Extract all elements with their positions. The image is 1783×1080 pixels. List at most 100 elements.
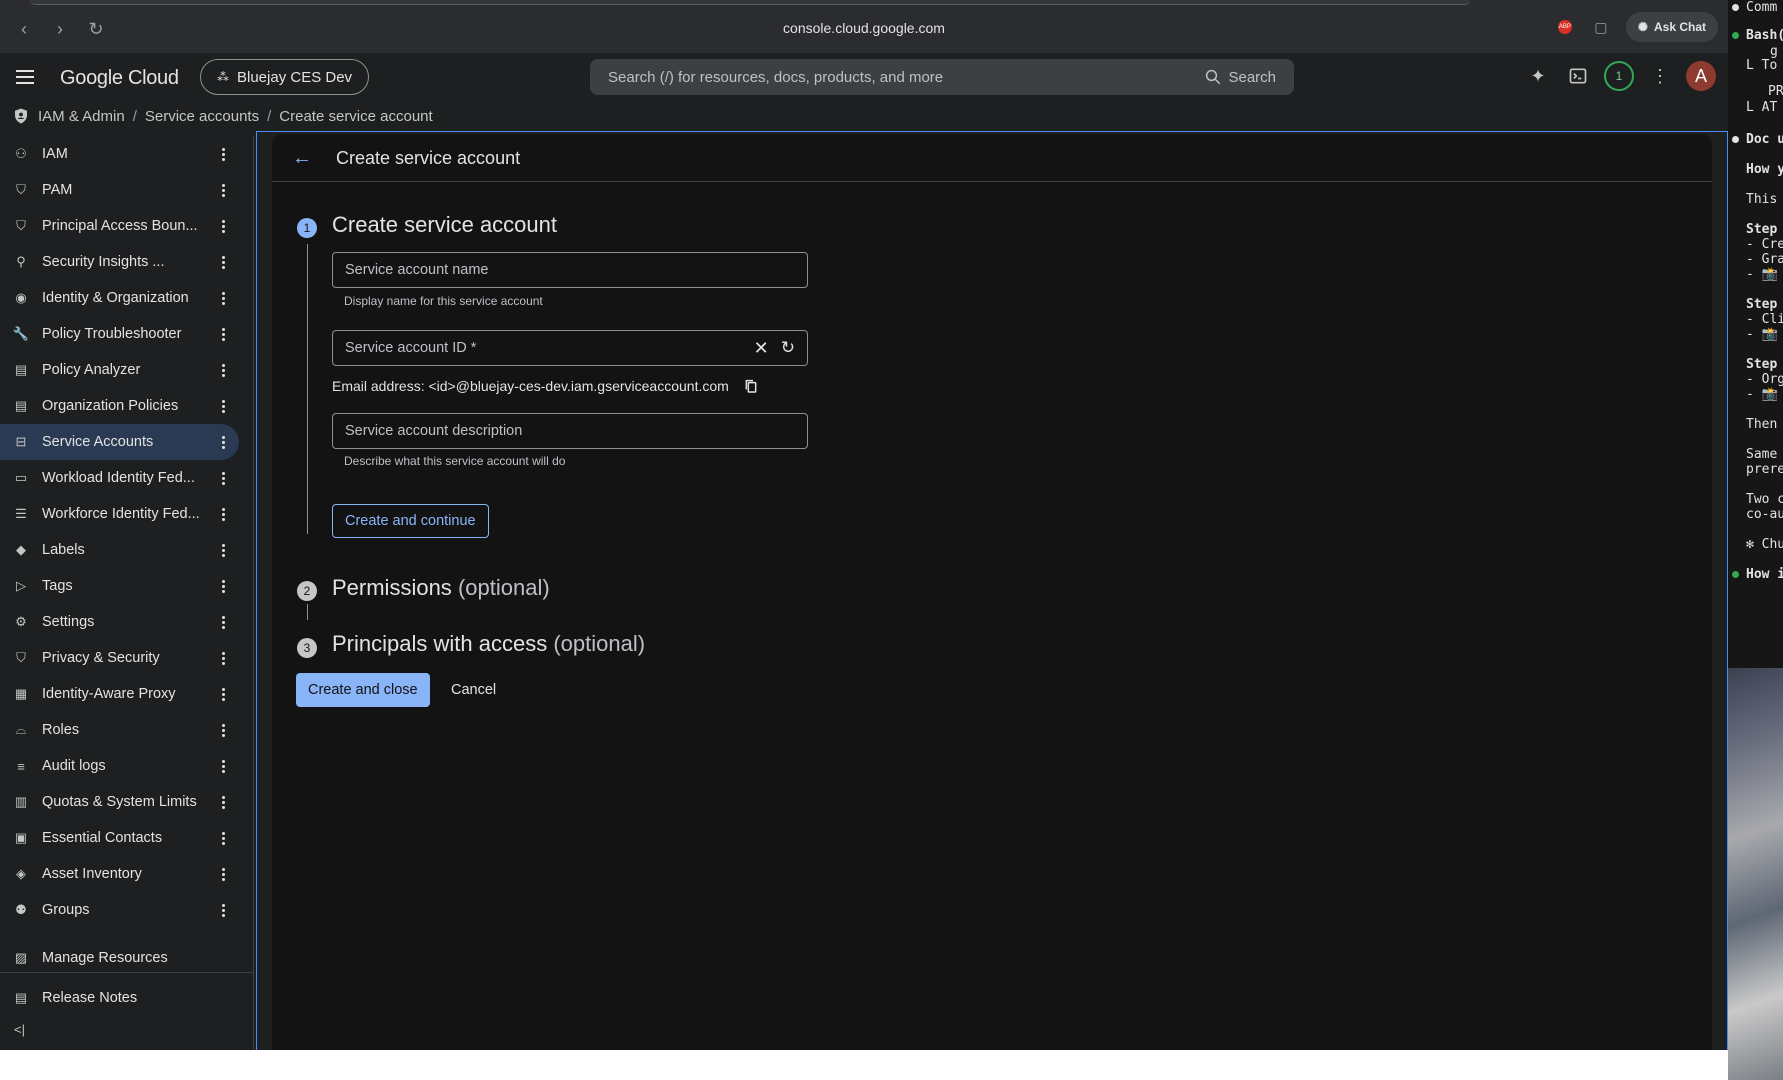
- more-vert-icon[interactable]: [214, 793, 232, 811]
- more-vert-icon[interactable]: [214, 181, 232, 199]
- adblock-extension-icon[interactable]: ABP: [1554, 16, 1576, 38]
- breadcrumb-iam-admin[interactable]: IAM & Admin: [38, 108, 125, 125]
- sidebar-item-principal-access-boun[interactable]: ⛉ Principal Access Boun...: [0, 208, 253, 244]
- service-account-description-input[interactable]: Service account description: [345, 423, 795, 439]
- copy-icon[interactable]: [743, 378, 759, 394]
- sidebar-item-policy-analyzer[interactable]: ▤ Policy Analyzer: [0, 352, 253, 388]
- more-vert-icon[interactable]: [214, 433, 232, 451]
- desktop-wallpaper: [1728, 668, 1783, 1080]
- terminal-line: Doc u: [1746, 132, 1783, 147]
- doc-search-icon: ▤: [14, 362, 28, 377]
- url-text[interactable]: console.cloud.google.com: [783, 20, 945, 36]
- more-vert-icon[interactable]: [214, 577, 232, 595]
- ask-chat-button[interactable]: ✺ Ask Chat: [1625, 12, 1718, 42]
- sidebar-item-quotas-system-limits[interactable]: ▥ Quotas & System Limits: [0, 784, 253, 820]
- create-and-continue-button[interactable]: Create and continue: [332, 504, 489, 538]
- more-vert-icon[interactable]: [214, 721, 232, 739]
- sidebar-item-roles[interactable]: ⌓ Roles: [0, 712, 253, 748]
- more-vert-icon[interactable]: [214, 289, 232, 307]
- project-picker[interactable]: ⁂ Bluejay CES Dev: [200, 59, 370, 95]
- sidebar-item-policy-troubleshooter[interactable]: 🔧 Policy Troubleshooter: [0, 316, 253, 352]
- more-vert-icon[interactable]: [214, 217, 232, 235]
- sidebar-item-release-notes[interactable]: ▤ Release Notes: [0, 980, 253, 1016]
- terminal-line: - Gra: [1746, 252, 1783, 267]
- sidebar-item-organization-policies[interactable]: ▤ Organization Policies: [0, 388, 253, 424]
- sidebar-item-workload-identity-fed[interactable]: ▭ Workload Identity Fed...: [0, 460, 253, 496]
- sidebar-item-audit-logs[interactable]: ≡ Audit logs: [0, 748, 253, 784]
- cancel-button[interactable]: Cancel: [439, 673, 508, 707]
- step-3-title[interactable]: Principals with access (optional): [332, 631, 645, 657]
- sidebar-item-tags[interactable]: ▷ Tags: [0, 568, 253, 604]
- more-vert-icon[interactable]: [214, 829, 232, 847]
- more-vert-icon[interactable]: [214, 901, 232, 919]
- sidebar-item-identity-aware-proxy[interactable]: ▦ Identity-Aware Proxy: [0, 676, 253, 712]
- more-vert-icon[interactable]: [214, 757, 232, 775]
- sidebar-divider: [0, 972, 253, 973]
- sidebar-item-iam[interactable]: ⚇ IAM: [0, 136, 253, 172]
- page-title: Create service account: [336, 148, 521, 168]
- page-header: ← Create service account: [272, 134, 1712, 182]
- create-and-close-button[interactable]: Create and close: [296, 673, 430, 707]
- more-vert-icon[interactable]: [214, 325, 232, 343]
- more-vert-icon[interactable]: [214, 685, 232, 703]
- gemini-spark-icon[interactable]: ✦: [1524, 62, 1552, 90]
- breadcrumb-service-accounts[interactable]: Service accounts: [145, 108, 259, 125]
- service-account-id-field[interactable]: Service account ID * ✕ ↻: [332, 330, 808, 366]
- service-account-description-field[interactable]: Service account description: [332, 413, 808, 449]
- more-vert-icon[interactable]: [214, 145, 232, 163]
- search-button[interactable]: Search: [1204, 68, 1276, 86]
- more-vert-icon[interactable]: [214, 649, 232, 667]
- search-bar[interactable]: Search (/) for resources, docs, products…: [590, 59, 1294, 95]
- more-vert-icon[interactable]: [214, 865, 232, 883]
- back-icon[interactable]: ‹: [6, 12, 42, 48]
- service-account-name-input[interactable]: Service account name: [345, 262, 795, 278]
- more-vert-icon[interactable]: [214, 361, 232, 379]
- more-vert-icon[interactable]: [214, 469, 232, 487]
- regenerate-icon[interactable]: ↻: [781, 338, 795, 358]
- cloud-shell-icon[interactable]: [1564, 62, 1592, 90]
- sidebar-item-service-accounts[interactable]: ⊟ Service Accounts: [0, 424, 239, 460]
- notes-icon: ▤: [14, 990, 28, 1005]
- sidebar-item-asset-inventory[interactable]: ◈ Asset Inventory: [0, 856, 253, 892]
- terminal-line: - 📸: [1746, 387, 1778, 402]
- terminal-line: How i: [1746, 567, 1783, 582]
- service-account-name-field[interactable]: Service account name: [332, 252, 808, 288]
- step-1-title: Create service account: [332, 212, 557, 237]
- search-input[interactable]: Search (/) for resources, docs, products…: [608, 69, 1204, 86]
- breadcrumb: IAM & Admin / Service accounts / Create …: [0, 101, 1728, 131]
- sidebar-item-security-insights[interactable]: ⚲ Security Insights ...: [0, 244, 253, 280]
- forward-icon[interactable]: ›: [42, 12, 78, 48]
- clear-icon[interactable]: ✕: [754, 338, 769, 359]
- chat-bubble-icon[interactable]: ▢: [1590, 16, 1612, 38]
- back-arrow-icon[interactable]: ←: [290, 146, 314, 170]
- more-vert-icon[interactable]: [214, 253, 232, 271]
- active-tab[interactable]: [30, 0, 1470, 5]
- sidebar-item-workforce-identity-fed[interactable]: ☰ Workforce Identity Fed...: [0, 496, 253, 532]
- more-vert-icon[interactable]: [214, 397, 232, 415]
- step-2-title[interactable]: Permissions (optional): [332, 575, 550, 601]
- terminal-line: - Org: [1746, 372, 1783, 387]
- notifications-badge[interactable]: 1: [1604, 61, 1634, 91]
- sidebar-item-labels[interactable]: ◆ Labels: [0, 532, 253, 568]
- more-vert-icon[interactable]: [214, 541, 232, 559]
- service-account-id-input[interactable]: Service account ID *: [345, 340, 754, 356]
- step-3-number: 3: [297, 638, 317, 658]
- sidebar-bottom: ▨ Manage Resources: [0, 936, 253, 976]
- sidebar-item-essential-contacts[interactable]: ▣ Essential Contacts: [0, 820, 253, 856]
- google-cloud-logo[interactable]: Google Cloud: [60, 67, 179, 90]
- step-2-number: 2: [297, 581, 317, 601]
- reload-icon[interactable]: ↻: [78, 12, 114, 48]
- main-menu-icon[interactable]: [16, 65, 40, 89]
- avatar[interactable]: A: [1686, 61, 1716, 91]
- more-vert-icon[interactable]: [214, 613, 232, 631]
- sidebar-item-manage-resources[interactable]: ▨ Manage Resources: [0, 940, 253, 976]
- sidebar-item-identity-organization[interactable]: ◉ Identity & Organization: [0, 280, 253, 316]
- sidebar-item-settings[interactable]: ⚙ Settings: [0, 604, 253, 640]
- sidebar-item-pam[interactable]: ⛉ PAM: [0, 172, 253, 208]
- collapse-sidebar-icon[interactable]: <|: [14, 1022, 25, 1037]
- address-bar: console.cloud.google.com: [0, 20, 1728, 36]
- sidebar-item-groups[interactable]: ⚉ Groups: [0, 892, 253, 928]
- sidebar-item-privacy-security[interactable]: ⛉ Privacy & Security: [0, 640, 253, 676]
- more-vert-icon[interactable]: [214, 505, 232, 523]
- more-vert-icon[interactable]: ⋮: [1646, 62, 1674, 90]
